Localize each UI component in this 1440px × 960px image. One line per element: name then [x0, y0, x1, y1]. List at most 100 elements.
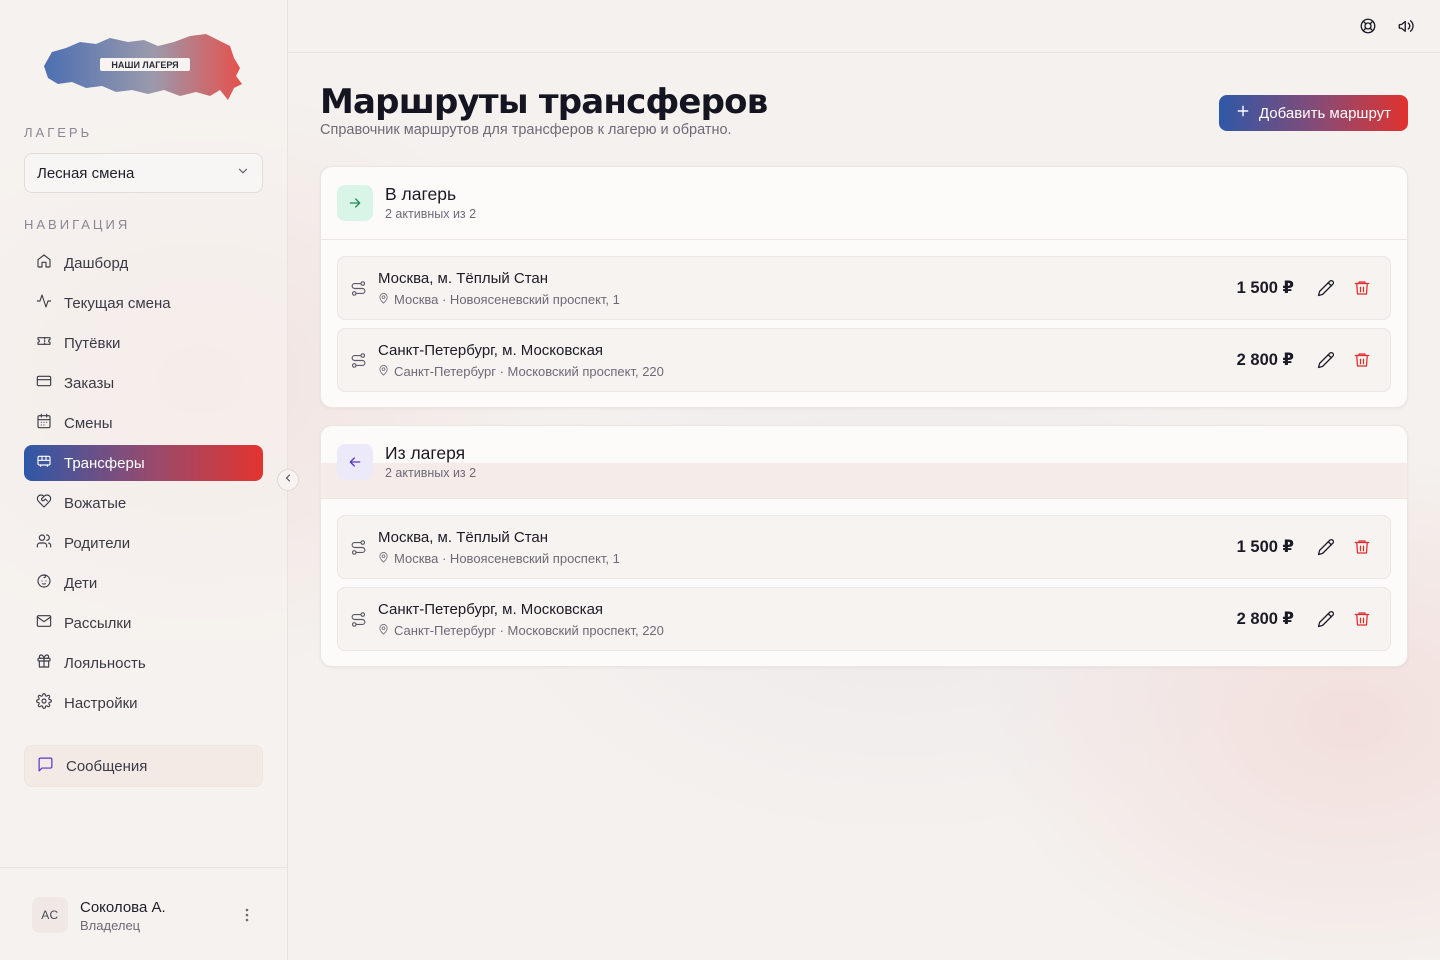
arrow-left-icon	[337, 444, 373, 480]
sidebar-item-label: Текущая смена	[64, 294, 171, 312]
top-bar	[288, 0, 1440, 53]
section-title: Из лагеря	[385, 443, 466, 463]
users-icon	[36, 533, 52, 553]
map-pin-icon	[378, 364, 389, 379]
sidebar-item-label: Путёвки	[64, 334, 121, 352]
messages-label: Сообщения	[66, 757, 148, 775]
route-address-text: Санкт-Петербург · Московский проспект, 2…	[394, 623, 664, 638]
collapse-sidebar-button[interactable]	[277, 469, 299, 491]
route-price: 2 800 ₽	[1236, 610, 1294, 628]
section-header: В лагерь 2 активных из 2	[321, 167, 1407, 240]
megaphone-icon[interactable]	[1397, 17, 1415, 35]
route-address: Санкт-Петербург · Московский проспект, 2…	[378, 623, 664, 638]
sidebar-item-label: Дашборд	[64, 254, 129, 272]
sidebar-item-label: Дети	[64, 574, 98, 592]
sidebar-item-label: Настройки	[64, 694, 138, 712]
sidebar-item-loyalty[interactable]: Лояльность	[24, 645, 263, 681]
gift-icon	[36, 653, 52, 673]
route-row[interactable]: Москва, м. Тёплый Стан Москва · Новоясен…	[337, 515, 1391, 579]
sidebar-item-counselors[interactable]: Вожатые	[24, 485, 263, 521]
sidebar-item-children[interactable]: Дети	[24, 565, 263, 601]
section-header: Из лагеря 2 активных из 2	[321, 426, 1407, 499]
route-name: Москва, м. Тёплый Стан	[378, 270, 549, 287]
route-name: Санкт-Петербург, м. Московская	[378, 342, 604, 359]
sidebar: НАШИ ЛАГЕРЯ ЛАГЕРЬ Лесная смена НАВИГАЦИ…	[0, 0, 288, 960]
route-name: Москва, м. Тёплый Стан	[378, 529, 549, 546]
credit-card-icon	[36, 373, 52, 393]
mail-icon	[36, 613, 52, 633]
route-price: 1 500 ₽	[1236, 538, 1294, 556]
route-address: Москва · Новоясеневский проспект, 1	[378, 292, 620, 307]
sidebar-item-current-shift[interactable]: Текущая смена	[24, 285, 263, 321]
messages-button[interactable]: Сообщения	[24, 745, 263, 787]
sidebar-item-vouchers[interactable]: Путёвки	[24, 325, 263, 361]
section-title: В лагерь	[385, 184, 457, 204]
sidebar-item-settings[interactable]: Настройки	[24, 685, 263, 721]
sidebar-item-label: Лояльность	[64, 654, 146, 672]
camp-section-label: ЛАГЕРЬ	[24, 125, 93, 140]
route-row[interactable]: Санкт-Петербург, м. Московская Санкт-Пет…	[337, 328, 1391, 392]
camp-select[interactable]: Лесная смена	[24, 153, 263, 193]
sidebar-item-parents[interactable]: Родители	[24, 525, 263, 561]
heart-handshake-icon	[36, 493, 52, 513]
route-address-text: Москва · Новоясеневский проспект, 1	[394, 551, 620, 566]
more-vertical-icon[interactable]	[240, 906, 254, 924]
sidebar-item-transfers[interactable]: Трансферы	[24, 445, 263, 481]
sidebar-item-label: Заказы	[64, 374, 115, 392]
sidebar-item-label: Смены	[64, 414, 113, 432]
brand-logo[interactable]: НАШИ ЛАГЕРЯ	[40, 30, 250, 106]
home-icon	[36, 253, 52, 273]
chevron-down-icon	[236, 164, 250, 182]
user-profile: АС Соколова А. Владелец	[0, 867, 287, 960]
nav-section-label: НАВИГАЦИЯ	[24, 217, 131, 232]
section-count: 2 активных из 2	[385, 466, 477, 480]
help-circle-icon[interactable]	[1359, 17, 1377, 35]
edit-route-button[interactable]	[1317, 610, 1335, 628]
route-address-text: Санкт-Петербург · Московский проспект, 2…	[394, 364, 664, 379]
sidebar-item-label: Трансферы	[64, 454, 145, 472]
calendar-icon	[36, 413, 52, 433]
route-icon	[350, 280, 367, 297]
camp-select-value: Лесная смена	[37, 164, 135, 182]
delete-route-button[interactable]	[1353, 351, 1371, 369]
avatar[interactable]: АС	[32, 897, 68, 933]
add-route-label: Добавить маршрут	[1258, 104, 1392, 122]
baby-icon	[36, 573, 52, 593]
arrow-right-icon	[337, 185, 373, 221]
edit-route-button[interactable]	[1317, 351, 1335, 369]
sidebar-item-mailings[interactable]: Рассылки	[24, 605, 263, 641]
route-icon	[350, 352, 367, 369]
sidebar-nav: Дашборд Текущая смена Путёвки Заказы Сме…	[24, 245, 263, 725]
activity-icon	[36, 293, 52, 313]
sidebar-item-label: Вожатые	[64, 494, 127, 512]
sidebar-item-shifts[interactable]: Смены	[24, 405, 263, 441]
section-to-camp: В лагерь 2 активных из 2 Москва, м. Тёпл…	[320, 166, 1408, 408]
route-address: Москва · Новоясеневский проспект, 1	[378, 551, 620, 566]
route-price: 1 500 ₽	[1236, 279, 1294, 297]
delete-route-button[interactable]	[1353, 279, 1371, 297]
route-address-text: Москва · Новоясеневский проспект, 1	[394, 292, 620, 307]
delete-route-button[interactable]	[1353, 538, 1371, 556]
logo-text: НАШИ ЛАГЕРЯ	[111, 60, 178, 70]
bus-icon	[36, 453, 52, 473]
edit-route-button[interactable]	[1317, 538, 1335, 556]
route-row[interactable]: Москва, м. Тёплый Стан Москва · Новоясен…	[337, 256, 1391, 320]
sidebar-item-label: Родители	[64, 534, 131, 552]
edit-route-button[interactable]	[1317, 279, 1335, 297]
delete-route-button[interactable]	[1353, 610, 1371, 628]
section-from-camp: Из лагеря 2 активных из 2 Москва, м. Тёп…	[320, 425, 1408, 667]
section-count: 2 активных из 2	[385, 207, 477, 221]
map-pin-icon	[378, 623, 389, 638]
sidebar-item-dashboard[interactable]: Дашборд	[24, 245, 263, 281]
message-square-icon	[37, 756, 54, 777]
plus-icon	[1236, 104, 1250, 122]
route-address: Санкт-Петербург · Московский проспект, 2…	[378, 364, 664, 379]
route-row[interactable]: Санкт-Петербург, м. Московская Санкт-Пет…	[337, 587, 1391, 651]
sidebar-item-orders[interactable]: Заказы	[24, 365, 263, 401]
route-name: Санкт-Петербург, м. Московская	[378, 601, 604, 618]
settings-icon	[36, 693, 52, 713]
add-route-button[interactable]: Добавить маршрут	[1219, 95, 1408, 131]
map-pin-icon	[378, 292, 389, 307]
ticket-icon	[36, 333, 52, 353]
route-icon	[350, 611, 367, 628]
